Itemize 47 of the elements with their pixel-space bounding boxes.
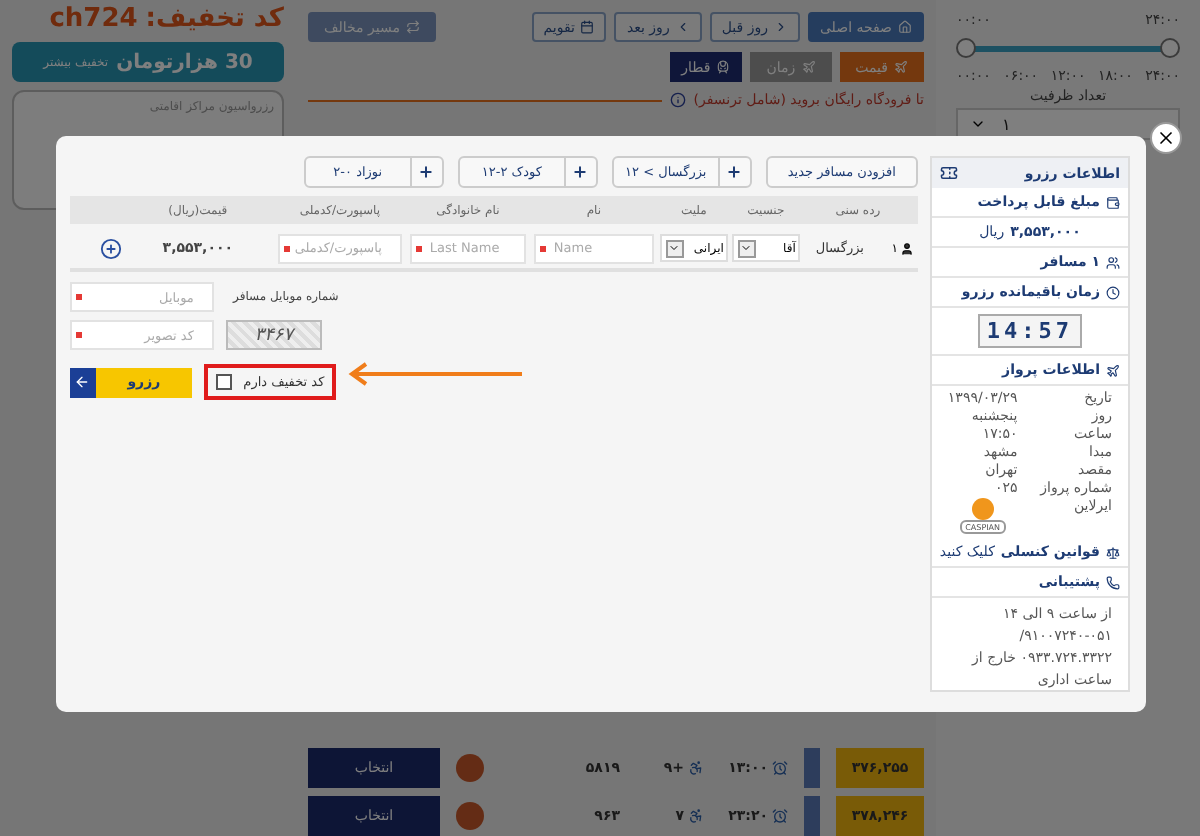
captcha-image: ۳۴۶۷ [225,320,322,350]
add-circle-icon[interactable] [99,237,122,259]
slider-handle[interactable] [956,37,976,57]
chevron-down-icon [668,242,681,254]
required-marker [415,245,422,251]
back-button[interactable] [69,367,96,397]
slider-handle[interactable] [1160,37,1180,57]
required-marker [283,245,290,251]
calendar-icon [580,20,595,34]
repeat-icon [405,20,420,34]
plus-icon [572,164,589,180]
train-icon [716,60,731,74]
promo-code: ch724 [49,4,138,34]
fare-class-strip [804,748,820,788]
home-icon [898,20,912,34]
plus-icon [726,164,743,180]
promo-code-label: کد تخفیف: [145,4,284,34]
close-icon [1156,128,1176,148]
required-marker [75,294,82,300]
required-marker [539,245,546,251]
chevron-down-icon [970,116,986,132]
wallet-icon [1106,195,1120,209]
plane-icon [894,60,908,74]
airline-logo [971,498,994,520]
alarm-clock-icon [772,808,788,824]
required-marker [75,332,82,338]
time-slider[interactable] [956,36,1180,60]
people-icon [1106,255,1120,269]
plus-icon [418,164,435,180]
phone-icon [1106,575,1120,589]
clock-icon [1106,285,1120,299]
ticket-icon [939,164,958,182]
chevron-down-icon [740,242,753,254]
chevron-left-icon [675,20,690,34]
plane-icon [1106,363,1120,377]
airline-logo [456,802,484,830]
fare-class-strip [804,796,820,836]
scale-icon [1106,545,1120,559]
countdown-timer: 14:57 [978,314,1082,348]
arrow-left-icon [74,374,91,390]
airline-logo [456,754,484,782]
plane-icon [801,60,816,74]
info-icon [669,92,686,108]
user-icon [899,241,914,255]
alarm-clock-icon [772,760,788,776]
chevron-right-icon [773,20,788,34]
promo-amount: 30 هزارتومان [116,51,253,73]
